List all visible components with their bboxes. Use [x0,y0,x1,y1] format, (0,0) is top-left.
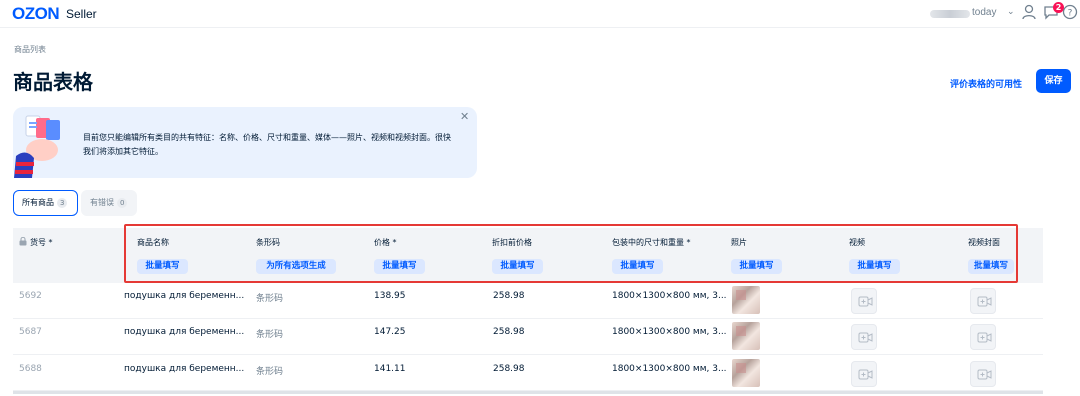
account-name-blurred[interactable] [930,10,970,18]
table-row [13,319,1043,355]
row-dimensions[interactable]: 1800×1300×800 мм, 3... [612,291,727,301]
row-price[interactable]: 147.25 [374,327,406,337]
video-placeholder-icon[interactable] [851,324,877,350]
tab-label: 所有商品 [22,198,54,207]
tab-count-badge: 3 [57,198,68,208]
row-dimensions[interactable]: 1800×1300×800 мм, 3... [612,364,727,374]
horizontal-scrollbar[interactable] [13,391,1043,394]
chevron-down-icon[interactable]: ⌄ [1007,7,1015,17]
row-barcode[interactable]: 条形码 [256,364,283,377]
cards-illustration [14,115,60,178]
row-price[interactable]: 138.95 [374,291,406,301]
row-price[interactable]: 141.11 [374,364,406,374]
rate-usability-link[interactable]: 评价表格的可用性 [950,77,1022,90]
row-sku: 5692 [19,291,42,301]
column-header-sku: 货号 * [30,238,53,247]
row-barcode[interactable]: 条形码 [256,291,283,304]
video-placeholder-icon[interactable] [851,361,877,387]
top-bar: OZON Seller today ⌄ 2 ? [0,0,1080,28]
row-sku: 5688 [19,364,42,374]
info-banner: 目前您只能编辑所有类目的共有特征：名称、价格、尺寸和重量、媒体——照片、视频和视… [13,107,477,178]
breadcrumb[interactable]: 商品列表 [14,44,46,55]
lock-icon [19,237,27,246]
highlight-annotation [124,224,1018,283]
product-photo[interactable] [732,322,760,350]
svg-text:?: ? [1068,9,1073,19]
video-cover-placeholder-icon[interactable] [970,361,996,387]
table-row [13,283,1043,319]
banner-text: 目前您只能编辑所有类目的共有特征：名称、价格、尺寸和重量、媒体——照片、视频和视… [83,133,451,156]
row-name[interactable]: подушка для беременн... [124,291,244,301]
account-label[interactable]: today [972,7,996,18]
logo-seller-label: Seller [66,7,97,21]
row-old-price[interactable]: 258.98 [493,291,525,301]
tab-with-errors[interactable]: 有错误 0 [81,190,137,216]
close-icon[interactable]: ✕ [460,110,469,123]
video-placeholder-icon[interactable] [851,288,877,314]
product-photo[interactable] [732,359,760,387]
save-button[interactable]: 保存 [1036,69,1071,93]
ozon-logo[interactable]: OZON [12,4,60,24]
video-cover-placeholder-icon[interactable] [970,288,996,314]
video-cover-placeholder-icon[interactable] [970,324,996,350]
row-sku: 5687 [19,327,42,337]
row-old-price[interactable]: 258.98 [493,327,525,337]
user-icon[interactable] [1022,4,1036,20]
product-photo[interactable] [732,286,760,314]
tab-all-products[interactable]: 所有商品 3 [13,190,78,216]
row-barcode[interactable]: 条形码 [256,327,283,340]
row-old-price[interactable]: 258.98 [493,364,525,374]
help-icon[interactable]: ? [1062,4,1078,20]
row-dimensions[interactable]: 1800×1300×800 мм, 3... [612,327,727,337]
row-name[interactable]: подушка для беременн... [124,327,244,337]
tab-label: 有错误 [90,198,114,207]
tab-count-badge: 0 [117,198,128,208]
page-title: 商品表格 [13,70,93,94]
row-name[interactable]: подушка для беременн... [124,364,244,374]
